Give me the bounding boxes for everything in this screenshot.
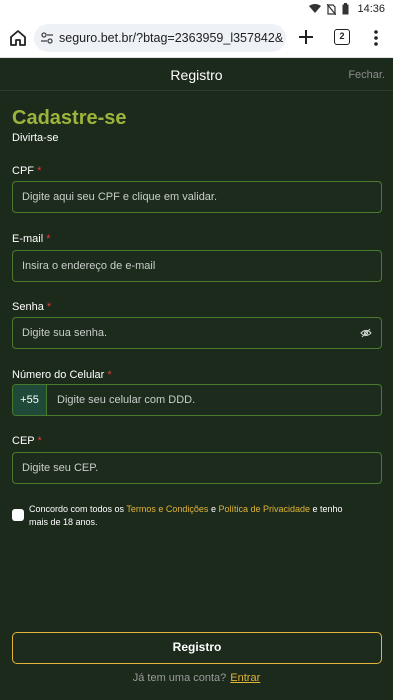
clock: 14:36 xyxy=(357,3,385,15)
form-subheading: Divirta-se xyxy=(12,132,59,144)
cep-field[interactable]: Digite seu CEP. xyxy=(12,452,382,484)
cpf-label: CPF * xyxy=(12,165,42,177)
new-tab-icon[interactable] xyxy=(296,27,316,47)
login-prompt: Já tem uma conta? Entrar xyxy=(132,672,261,684)
battery-icon xyxy=(342,3,349,15)
terms-link[interactable]: Termos e Condições xyxy=(126,504,208,514)
email-label: E-mail * xyxy=(12,233,51,245)
password-label: Senha * xyxy=(12,301,52,313)
wifi-icon xyxy=(309,4,321,13)
site-settings-icon[interactable] xyxy=(40,31,54,45)
email-field[interactable]: Insira o endereço de e-mail xyxy=(12,250,382,282)
tab-switcher-button[interactable]: 2 xyxy=(334,29,350,45)
hide-password-icon[interactable] xyxy=(360,327,372,339)
cpf-field[interactable]: Digite aqui seu CPF e clique em validar. xyxy=(12,181,382,213)
password-field[interactable]: Digite sua senha. xyxy=(12,317,382,349)
terms-text: Concordo com todos os Termos e Condições… xyxy=(29,504,343,527)
modal-header: Registro Fechar. xyxy=(0,59,393,91)
url-text: seguro.bet.br/?btag=2363959_l357842&ac xyxy=(59,31,283,45)
more-menu-icon[interactable] xyxy=(369,28,383,48)
phone-label: Número do Celular * xyxy=(12,369,112,381)
form-heading: Cadastre-se xyxy=(12,107,127,129)
cep-placeholder: Digite seu CEP. xyxy=(22,462,99,474)
status-icons xyxy=(309,3,349,15)
modal-title: Registro xyxy=(170,67,223,83)
email-placeholder: Insira o endereço de e-mail xyxy=(22,260,156,272)
login-link[interactable]: Entrar xyxy=(230,672,260,684)
phone-field[interactable]: +55 Digite seu celular com DDD. xyxy=(12,384,382,416)
home-icon[interactable] xyxy=(8,28,28,48)
register-button[interactable]: Registro xyxy=(12,632,382,664)
close-button[interactable]: Fechar. xyxy=(348,69,385,81)
address-bar[interactable]: seguro.bet.br/?btag=2363959_l357842&ac xyxy=(34,24,286,52)
browser-toolbar: seguro.bet.br/?btag=2363959_l357842&ac 2 xyxy=(0,18,393,58)
country-code-prefix[interactable]: +55 xyxy=(13,385,47,415)
cep-label: CEP * xyxy=(12,435,42,447)
status-bar: 14:36 xyxy=(0,0,393,18)
terms-checkbox[interactable] xyxy=(12,509,24,521)
no-sim-icon xyxy=(327,3,336,15)
cpf-placeholder: Digite aqui seu CPF e clique em validar. xyxy=(22,191,218,203)
privacy-link[interactable]: Política de Privacidade xyxy=(218,504,310,514)
phone-placeholder: Digite seu celular com DDD. xyxy=(57,394,196,406)
password-placeholder: Digite sua senha. xyxy=(22,327,107,339)
